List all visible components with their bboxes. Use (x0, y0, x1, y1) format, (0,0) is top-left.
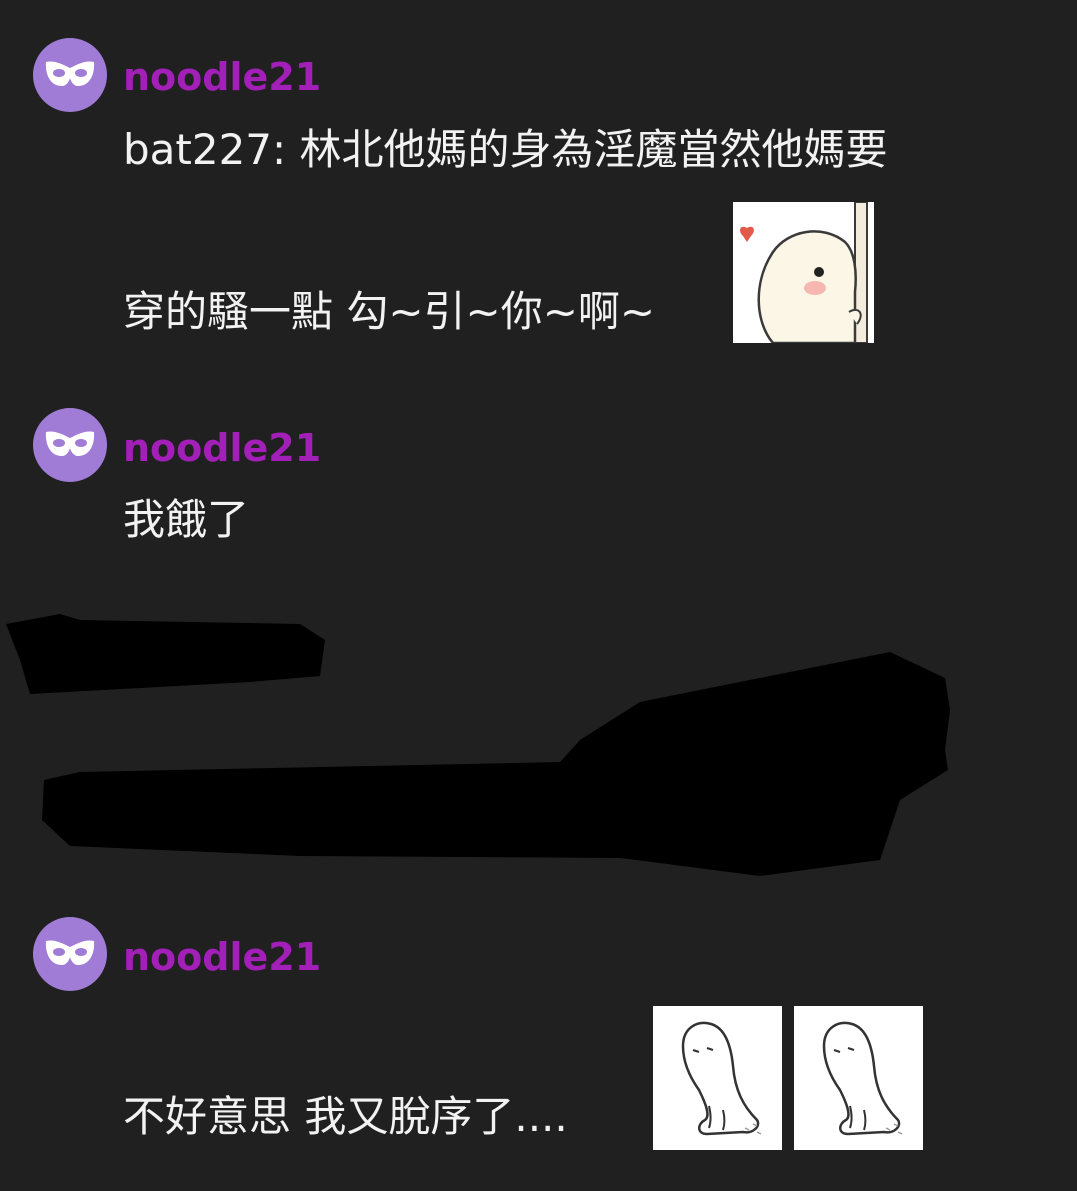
message-text: bat227: 林北他媽的身為淫魔當然他媽要 (123, 125, 888, 174)
message-text: 穿的騷一點 勾~引~你~啊~ (123, 287, 656, 336)
mask-icon (45, 940, 95, 965)
avatar[interactable] (33, 917, 107, 991)
message-text: 我餓了 (123, 495, 250, 544)
peeking-blob-heart-sticker[interactable] (733, 202, 874, 343)
mask-icon (45, 431, 95, 456)
avatar[interactable] (33, 408, 107, 482)
sad-ghost-sticker[interactable] (794, 1006, 923, 1150)
username[interactable]: noodle21 (123, 934, 321, 980)
redaction-scribble (6, 614, 950, 876)
mask-icon (45, 61, 95, 86)
username[interactable]: noodle21 (123, 54, 321, 100)
message-text: 不好意思 我又脫序了.... (123, 1092, 568, 1141)
username[interactable]: noodle21 (123, 425, 321, 471)
sad-ghost-sticker[interactable] (653, 1006, 782, 1150)
avatar[interactable] (33, 38, 107, 112)
